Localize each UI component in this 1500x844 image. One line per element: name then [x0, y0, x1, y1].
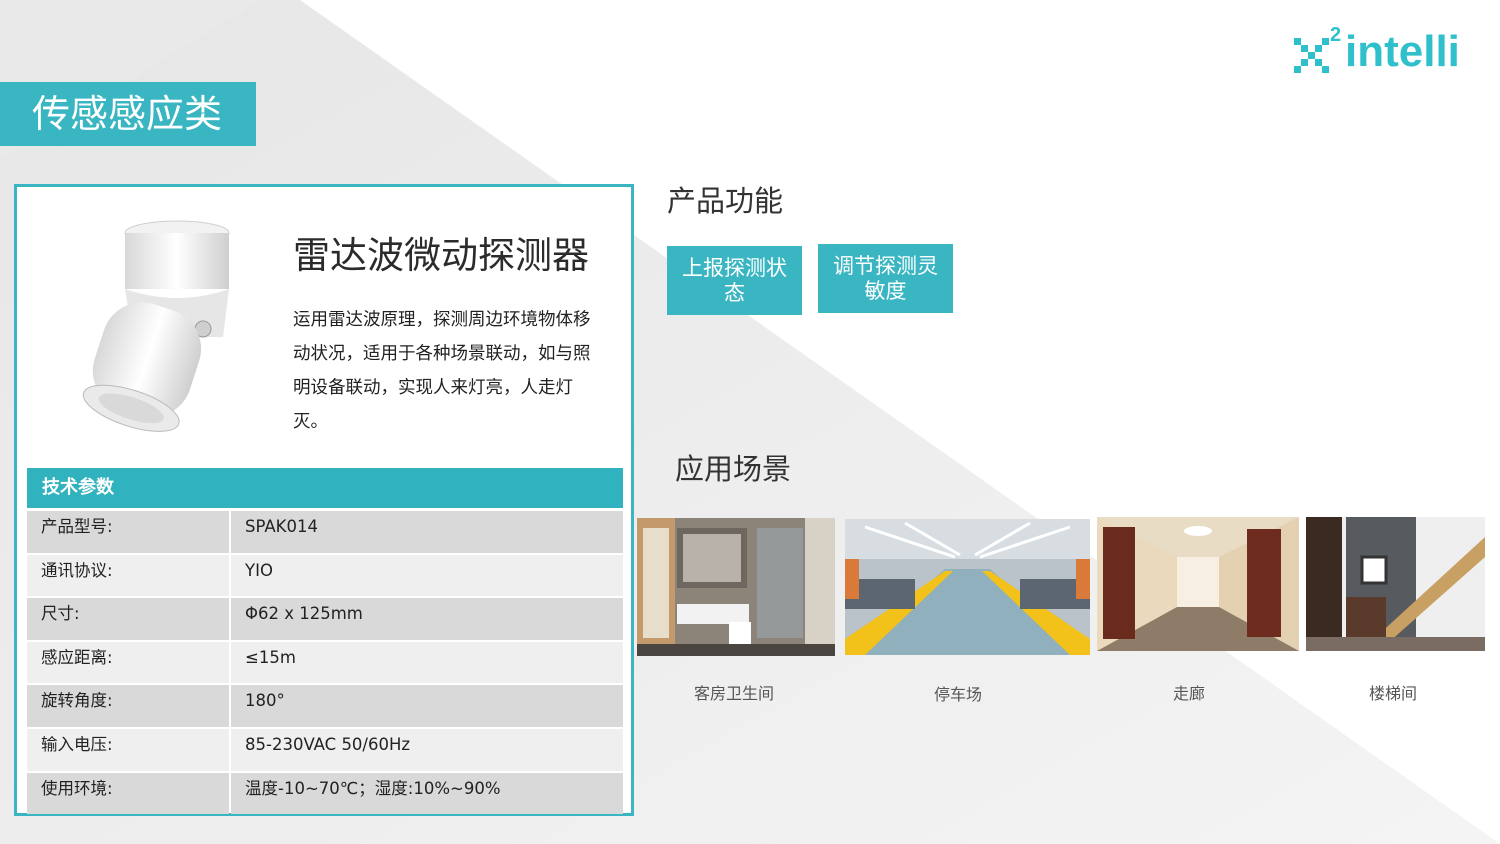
scene-label: 楼梯间: [1368, 684, 1417, 703]
feature-adjust-sensitivity-button[interactable]: 调节探测灵敏度: [818, 244, 953, 313]
spec-key: 输入电压:: [27, 728, 229, 771]
corridor-image: [1097, 517, 1299, 651]
parking-lot-image: [845, 519, 1090, 655]
spec-row: 产品型号: SPAK014: [27, 511, 623, 553]
bathroom-image: [637, 518, 835, 656]
category-title: 传感感应类: [0, 82, 256, 146]
spec-key: 通讯协议:: [27, 554, 229, 597]
product-name: 雷达波微动探测器: [293, 234, 589, 277]
stairwell-image: [1306, 517, 1485, 651]
feature-report-status-button[interactable]: 上报探测状态: [667, 246, 802, 315]
scenes-title: 应用场景: [675, 452, 792, 486]
spec-key: 使用环境:: [27, 772, 229, 815]
spec-row: 通讯协议: YIO: [27, 554, 623, 597]
spec-value: SPAK014: [231, 511, 623, 553]
spec-value: Φ62 x 125mm: [231, 598, 623, 640]
spec-key: 感应距离:: [27, 641, 229, 684]
spec-value: 温度-10~70℃；湿度:10%~90%: [231, 772, 623, 815]
spec-row: 旋转角度: 180°: [27, 685, 623, 727]
spec-key: 尺寸:: [27, 598, 229, 640]
spec-row: 使用环境: 温度-10~70℃；湿度:10%~90%: [27, 772, 623, 815]
spec-table: 产品型号: SPAK014 通讯协议: YIO 尺寸: Φ62 x 125mm …: [27, 511, 623, 816]
scene-label: 客房卫生间: [693, 684, 774, 703]
scene-label: 走廊: [1172, 684, 1205, 703]
logo-text: intelli: [1345, 27, 1460, 76]
spec-row: 感应距离: ≤15m: [27, 641, 623, 684]
spec-value: YIO: [231, 554, 623, 597]
logo-superscript: 2: [1330, 24, 1342, 46]
spec-value: 180°: [231, 685, 623, 727]
product-description: 运用雷达波原理，探测周边环境物体移动状况，适用于各种场景联动，如与照明设备联动，…: [293, 310, 591, 432]
spec-row: 尺寸: Φ62 x 125mm: [27, 598, 623, 640]
spec-value: 85-230VAC 50/60Hz: [231, 728, 623, 771]
spec-key: 产品型号:: [27, 511, 229, 553]
radar-sensor-image: [82, 220, 230, 432]
product-card: 雷达波微动探测器 运用雷达波原理，探测周边环境物体移动状况，适用于各种场景联动，…: [14, 184, 634, 816]
features-title: 产品功能: [667, 184, 784, 218]
spec-value: ≤15m: [231, 641, 623, 684]
spec-header: 技术参数: [27, 468, 623, 508]
spec-key: 旋转角度:: [27, 685, 229, 727]
scene-label: 停车场: [933, 685, 982, 704]
spec-row: 输入电压: 85-230VAC 50/60Hz: [27, 728, 623, 771]
